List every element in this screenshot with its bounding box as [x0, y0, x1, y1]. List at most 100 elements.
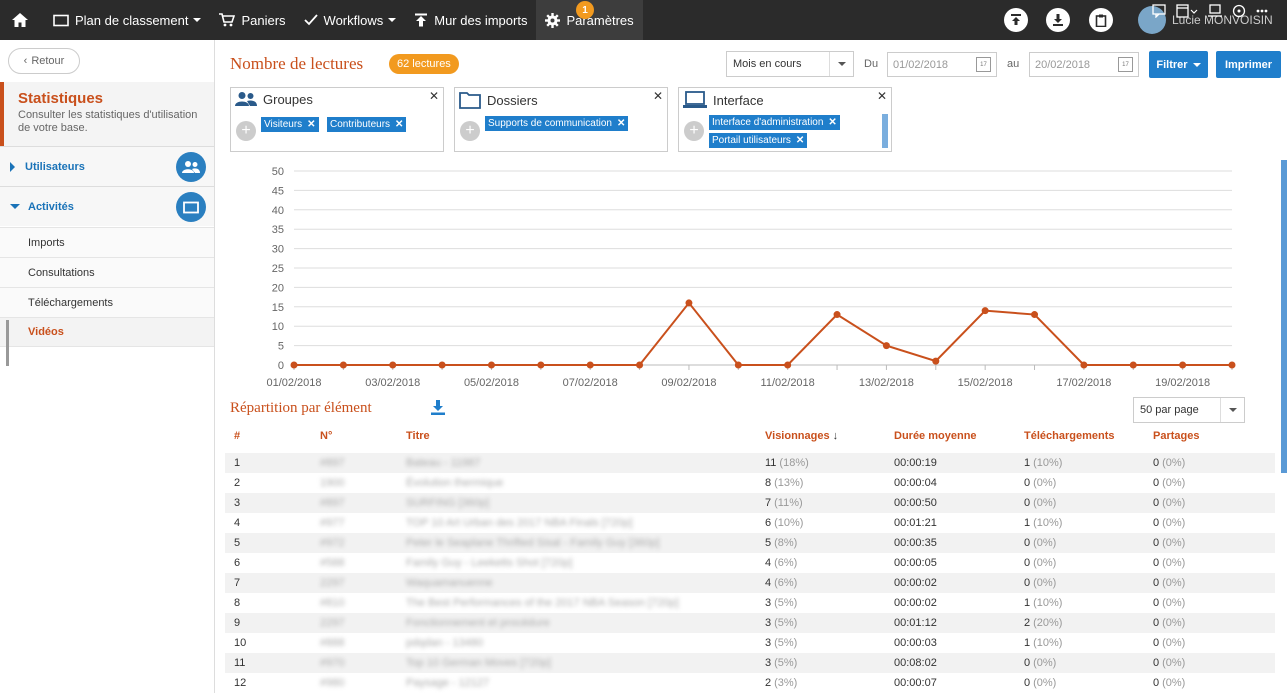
clipboard-button[interactable] [1089, 8, 1113, 32]
table-cell-duration: 00:00:50 [894, 497, 937, 509]
cell-value: The Best Performances of the 2017 NBA Se… [406, 597, 679, 609]
chip-contributeurs[interactable]: Contributeurs ✕ [327, 117, 407, 132]
cell-value: 0 [1024, 497, 1031, 509]
sidebar-item-videos[interactable]: Vidéos [0, 317, 214, 347]
table-cell-shares: 0 (0%) [1153, 557, 1185, 569]
remove-icon[interactable]: ✕ [828, 117, 836, 128]
table-row[interactable]: 2 1900 Évolution thermique 8 (13%) 00:00:04 0(… [225, 473, 1275, 493]
dropdown-toggle[interactable] [1220, 398, 1244, 422]
cell-value: #897 [320, 497, 345, 509]
cell-value: 1 [1024, 597, 1031, 609]
table-row[interactable]: 11 #970 Top 10 German Moves [720p] 3 (5%) 00:… [225, 653, 1275, 673]
sidebar-item-telechargements[interactable]: Téléchargements [0, 287, 214, 317]
table-cell-dl: 0 (0%) [1024, 577, 1056, 589]
cell-percent: (10%) [1033, 637, 1063, 649]
table-row[interactable]: 10 #888 pdqdan - 13480 3 (5%) 00:00:03 1 (10%) 0… [225, 633, 1275, 653]
x-tick-label: 17/02/2018 [1056, 377, 1111, 389]
facet-title: Groupes [263, 91, 313, 107]
table-cell-duration: 00:00:07 [894, 677, 937, 689]
cell-value: #810 [320, 597, 345, 609]
remove-icon[interactable]: ✕ [395, 119, 403, 130]
period-select[interactable]: Mois en cours [726, 51, 854, 77]
remove-icon[interactable]: ✕ [796, 135, 804, 146]
filter-button[interactable]: Filtrer [1149, 51, 1208, 78]
facet-scrollbar[interactable] [882, 114, 888, 148]
nav-workflows[interactable]: Workflows [295, 0, 406, 40]
add-icon[interactable]: + [460, 121, 480, 141]
nav-plan-de-classement[interactable]: Plan de classement [44, 0, 210, 40]
column-header-number[interactable]: N° [320, 430, 332, 442]
data-point [882, 342, 890, 350]
page-scrollbar[interactable] [1281, 160, 1287, 473]
close-icon[interactable]: ✕ [877, 89, 887, 103]
column-header-index[interactable]: # [234, 430, 240, 442]
chip-interface-administration[interactable]: Interface d'administration ✕ [709, 115, 840, 130]
cell-percent: (6%) [774, 557, 798, 569]
table-row[interactable]: 5 #972 Peter le Seaplane Thrifted Sisal - … [225, 533, 1275, 553]
remove-icon[interactable]: ✕ [617, 118, 625, 129]
target-icon[interactable] [1232, 4, 1246, 18]
close-icon[interactable]: ✕ [429, 89, 439, 103]
cell-percent: (0%) [1033, 677, 1057, 689]
table-row[interactable]: 6 #588 Family Guy - Leeketts Shot [720p] 4(… [225, 553, 1275, 573]
table-row[interactable]: 7 2297 Waquamanuenne 4 (6%) 00:00:02 0 (0%) 0 (0%… [225, 573, 1275, 593]
column-header-downloads[interactable]: Téléchargements [1024, 430, 1114, 442]
notification-badge[interactable]: 1 [576, 1, 594, 19]
to-date-input[interactable]: 20/02/2018 17 [1029, 52, 1139, 77]
table-row[interactable]: 3 #897 SURFING [360p] 7 (11%) 00:00:50 0 (0%) 0(… [225, 493, 1275, 513]
table-cell-shares: 0 (0%) [1153, 497, 1185, 509]
sidebar-item-consultations[interactable]: Consultations [0, 257, 214, 287]
column-header-shares[interactable]: Partages [1153, 430, 1199, 442]
add-icon[interactable]: + [236, 121, 256, 141]
nav-paniers[interactable]: Paniers [210, 0, 294, 40]
table-cell-idx: 6 [234, 557, 240, 569]
table-row[interactable]: 8 #810 The Best Performances of the 2017 N… [225, 593, 1275, 613]
download-button[interactable] [431, 400, 445, 418]
column-header-title[interactable]: Titre [406, 430, 430, 442]
monitor-icon [683, 91, 707, 108]
column-header-duration[interactable]: Durée moyenne [894, 430, 977, 442]
table-row[interactable]: 9 2297 Fonctionnement et procédure 3 (5%) 00:… [225, 613, 1275, 633]
cell-value: Fonctionnement et procédure [406, 617, 550, 629]
table-cell-idx: 2 [234, 477, 240, 489]
cell-value: 0 [1153, 597, 1160, 609]
calendar-icon[interactable]: 17 [1118, 57, 1133, 72]
home-button[interactable] [0, 0, 44, 40]
print-button[interactable]: Imprimer [1216, 51, 1281, 78]
chip-supports-de-communication[interactable]: Supports de communication ✕ [485, 116, 629, 131]
upload-button[interactable] [1004, 8, 1028, 32]
remove-icon[interactable]: ✕ [307, 119, 315, 130]
table-row[interactable]: 12 #980 Paysage - 12127 2 (3%) 00:00:07 0 (0%) 0… [225, 673, 1275, 693]
table-cell-duration: 00:00:35 [894, 537, 937, 549]
sidebar-section-utilisateurs[interactable]: Utilisateurs [0, 146, 214, 186]
table-row[interactable]: 1 #897 Bateau - 11987 11 (18%) 00:00:19 1 (10%)… [225, 453, 1275, 473]
cell-value: 4 [765, 557, 772, 569]
cell-value: Top 10 German Moves [720p] [406, 657, 551, 669]
more-icon[interactable] [1256, 4, 1268, 18]
dropdown-toggle[interactable] [829, 52, 853, 76]
per-page-select[interactable]: 50 par page [1133, 397, 1245, 423]
chip-portail-utilisateurs[interactable]: Portail utilisateurs ✕ [709, 133, 808, 148]
layout-icon[interactable] [1176, 4, 1198, 18]
facet-interface: Interface ✕ + Interface d'administration… [678, 87, 892, 152]
from-label: Du [864, 58, 879, 70]
download-button[interactable] [1046, 8, 1070, 32]
sidebar-item-imports[interactable]: Imports [0, 227, 214, 257]
back-button[interactable]: ‹ Retour [8, 48, 80, 74]
nav-mur-des-imports[interactable]: Mur des imports [405, 0, 536, 40]
add-icon[interactable]: + [684, 121, 704, 141]
sidebar-section-activites[interactable]: Activités [0, 186, 214, 226]
chip-visiteurs[interactable]: Visiteurs ✕ [261, 117, 319, 132]
close-icon[interactable]: ✕ [653, 89, 663, 103]
table-row[interactable]: 4 #977 TOP 10 Art Urban des 2017 NBA Final… [225, 513, 1275, 533]
cell-percent: (10%) [1033, 457, 1063, 469]
cell-value: 0 [1153, 657, 1160, 669]
from-date-input[interactable]: 01/02/2018 17 [887, 52, 997, 77]
column-header-views[interactable]: Visionnages ↓ [765, 430, 838, 442]
cell-percent: (10%) [1033, 517, 1063, 529]
monitor-icon[interactable] [1208, 4, 1222, 18]
cell-value: 00:00:03 [894, 637, 937, 649]
calendar-icon[interactable]: 17 [976, 57, 991, 72]
chat-icon[interactable] [1152, 4, 1166, 18]
chip-label: Interface d'administration [712, 117, 824, 128]
